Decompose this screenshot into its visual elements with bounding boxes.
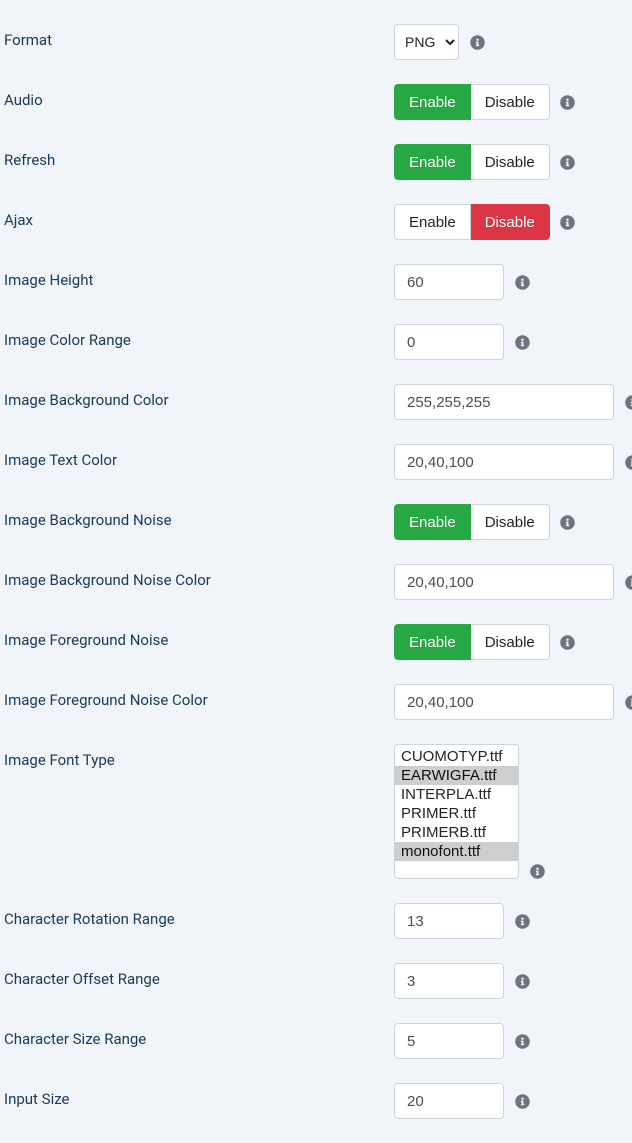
audio-disable-button[interactable]: Disable: [471, 84, 550, 120]
image-font-type-select[interactable]: CUOMOTYP.ttfEARWIGFA.ttfINTERPLA.ttfPRIM…: [394, 744, 519, 879]
label-refresh: Refresh: [4, 144, 394, 169]
info-icon[interactable]: [560, 214, 576, 230]
row-char-rot-range: Character Rotation Range: [4, 891, 628, 951]
info-icon[interactable]: [514, 274, 530, 290]
row-image-bg-noise: Image Background Noise Enable Disable: [4, 492, 628, 552]
image-fg-noise-color-input[interactable]: [394, 684, 614, 720]
label-image-fg-noise: Image Foreground Noise: [4, 624, 394, 649]
fg-noise-enable-button[interactable]: Enable: [394, 624, 471, 660]
label-image-bg-color: Image Background Color: [4, 384, 394, 409]
row-image-bg-noise-color: Image Background Noise Color: [4, 552, 628, 612]
label-image-height: Image Height: [4, 264, 394, 289]
info-icon[interactable]: [514, 913, 530, 929]
info-icon[interactable]: [560, 94, 576, 110]
info-icon[interactable]: [624, 454, 632, 470]
char-size-range-input[interactable]: [394, 1023, 504, 1059]
label-image-color-range: Image Color Range: [4, 324, 394, 349]
image-fg-noise-toggle: Enable Disable: [394, 624, 550, 660]
image-text-color-input[interactable]: [394, 444, 614, 480]
label-format: Format: [4, 24, 394, 49]
font-option[interactable]: CUOMOTYP.ttf: [395, 747, 518, 766]
font-option[interactable]: monofont.ttf: [395, 842, 518, 861]
row-ajax: Ajax Enable Disable: [4, 192, 628, 252]
info-icon[interactable]: [469, 34, 485, 50]
row-image-color-range: Image Color Range: [4, 312, 628, 372]
ajax-enable-button[interactable]: Enable: [394, 204, 471, 240]
bg-noise-enable-button[interactable]: Enable: [394, 504, 471, 540]
label-ajax: Ajax: [4, 204, 394, 229]
row-format: Format PNG: [4, 12, 628, 72]
row-image-fg-noise: Image Foreground Noise Enable Disable: [4, 612, 628, 672]
info-icon[interactable]: [624, 394, 632, 410]
label-image-fg-noise-color: Image Foreground Noise Color: [4, 684, 394, 709]
info-icon[interactable]: [560, 154, 576, 170]
image-bg-noise-color-input[interactable]: [394, 564, 614, 600]
row-input-size: Input Size: [4, 1071, 628, 1131]
row-image-text-color: Image Text Color: [4, 432, 628, 492]
refresh-disable-button[interactable]: Disable: [471, 144, 550, 180]
char-rot-range-input[interactable]: [394, 903, 504, 939]
input-size-input[interactable]: [394, 1083, 504, 1119]
image-color-range-input[interactable]: [394, 324, 504, 360]
audio-toggle: Enable Disable: [394, 84, 550, 120]
label-image-bg-noise: Image Background Noise: [4, 504, 394, 529]
label-audio: Audio: [4, 84, 394, 109]
fg-noise-disable-button[interactable]: Disable: [471, 624, 550, 660]
font-option[interactable]: INTERPLA.ttf: [395, 785, 518, 804]
info-icon[interactable]: [514, 1093, 530, 1109]
row-image-fg-noise-color: Image Foreground Noise Color: [4, 672, 628, 732]
image-height-input[interactable]: [394, 264, 504, 300]
row-image-height: Image Height: [4, 252, 628, 312]
ajax-disable-button[interactable]: Disable: [471, 204, 550, 240]
row-audio: Audio Enable Disable: [4, 72, 628, 132]
refresh-enable-button[interactable]: Enable: [394, 144, 471, 180]
label-char-size-range: Character Size Range: [4, 1023, 394, 1048]
info-icon[interactable]: [514, 1033, 530, 1049]
info-icon[interactable]: [514, 334, 530, 350]
row-image-bg-color: Image Background Color: [4, 372, 628, 432]
image-bg-color-input[interactable]: [394, 384, 614, 420]
font-option[interactable]: PRIMER.ttf: [395, 804, 518, 823]
label-char-rot-range: Character Rotation Range: [4, 903, 394, 928]
info-icon[interactable]: [514, 973, 530, 989]
info-icon[interactable]: [560, 634, 576, 650]
char-offset-range-input[interactable]: [394, 963, 504, 999]
font-option[interactable]: PRIMERB.ttf: [395, 823, 518, 842]
info-icon[interactable]: [529, 863, 545, 879]
label-char-offset-range: Character Offset Range: [4, 963, 394, 988]
row-refresh: Refresh Enable Disable: [4, 132, 628, 192]
bg-noise-disable-button[interactable]: Disable: [471, 504, 550, 540]
label-image-text-color: Image Text Color: [4, 444, 394, 469]
row-image-font-type: Image Font Type CUOMOTYP.ttfEARWIGFA.ttf…: [4, 732, 628, 891]
info-icon[interactable]: [560, 514, 576, 530]
info-icon[interactable]: [624, 574, 632, 590]
image-bg-noise-toggle: Enable Disable: [394, 504, 550, 540]
label-image-bg-noise-color: Image Background Noise Color: [4, 564, 394, 589]
font-option[interactable]: EARWIGFA.ttf: [395, 766, 518, 785]
label-input-size: Input Size: [4, 1083, 394, 1108]
row-char-offset-range: Character Offset Range: [4, 951, 628, 1011]
format-select[interactable]: PNG: [394, 24, 459, 60]
audio-enable-button[interactable]: Enable: [394, 84, 471, 120]
ajax-toggle: Enable Disable: [394, 204, 550, 240]
info-icon[interactable]: [624, 694, 632, 710]
label-image-font-type: Image Font Type: [4, 744, 394, 769]
refresh-toggle: Enable Disable: [394, 144, 550, 180]
row-char-size-range: Character Size Range: [4, 1011, 628, 1071]
